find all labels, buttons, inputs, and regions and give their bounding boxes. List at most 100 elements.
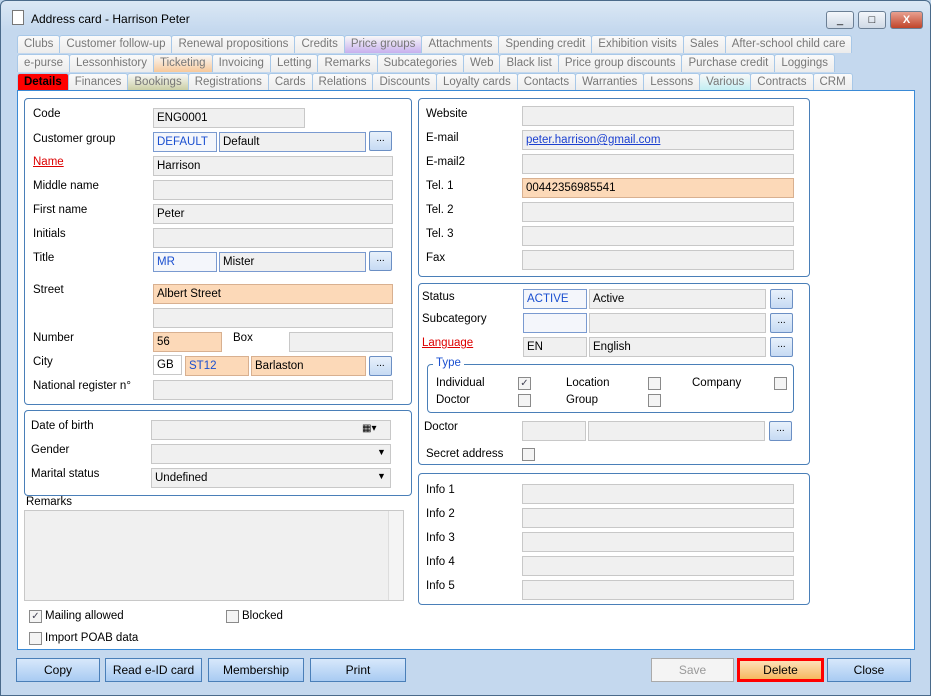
print-button[interactable]: Print xyxy=(310,658,406,682)
tab-contracts[interactable]: Contracts xyxy=(750,73,814,91)
status-lookup-button[interactable]: ... xyxy=(770,289,793,309)
tab-crm[interactable]: CRM xyxy=(812,73,853,91)
city-field[interactable]: Barlaston xyxy=(251,356,366,376)
tab-registrations[interactable]: Registrations xyxy=(187,73,269,91)
read-eid-card-button[interactable]: Read e-ID card xyxy=(105,658,202,682)
chevron-down-icon[interactable]: ▼ xyxy=(377,447,386,457)
copy-button[interactable]: Copy xyxy=(16,658,100,682)
maximize-button[interactable]: □ xyxy=(858,11,886,29)
tab-after-school-child-care[interactable]: After-school child care xyxy=(724,35,853,53)
tel2-field[interactable] xyxy=(522,202,794,222)
national-register-field[interactable] xyxy=(153,380,393,400)
city-lookup-button[interactable]: ... xyxy=(369,356,392,376)
first-name-field[interactable]: Peter xyxy=(153,204,393,224)
title-lookup-button[interactable]: ... xyxy=(369,251,392,271)
title-code-field[interactable]: MR xyxy=(153,252,217,272)
website-field[interactable] xyxy=(522,106,794,126)
close-window-button[interactable]: X xyxy=(890,11,923,29)
remarks-textarea[interactable] xyxy=(24,510,404,601)
fax-field[interactable] xyxy=(522,250,794,270)
minimize-button[interactable]: _ xyxy=(826,11,854,29)
customer-group-field[interactable]: Default xyxy=(219,132,366,152)
customer-group-lookup-button[interactable]: ... xyxy=(369,131,392,151)
country-field[interactable]: GB xyxy=(153,355,182,375)
marital-status-select[interactable]: Undefined xyxy=(151,468,391,488)
doctor-field[interactable] xyxy=(588,421,765,441)
delete-button[interactable]: Delete xyxy=(737,658,824,682)
name-field[interactable]: Harrison xyxy=(153,156,393,176)
save-button[interactable]: Save xyxy=(651,658,734,682)
tab-purchase-credit[interactable]: Purchase credit xyxy=(681,54,776,72)
membership-button[interactable]: Membership xyxy=(208,658,304,682)
tab-subcategories[interactable]: Subcategories xyxy=(376,54,465,72)
tel3-field[interactable] xyxy=(522,226,794,246)
tab-ticketing[interactable]: Ticketing xyxy=(152,54,213,72)
tab-credits[interactable]: Credits xyxy=(294,35,345,53)
title-field[interactable]: Mister xyxy=(219,252,366,272)
individual-checkbox[interactable]: ✓ xyxy=(518,377,531,390)
subcategory-code-field[interactable] xyxy=(523,313,587,333)
email2-field[interactable] xyxy=(522,154,794,174)
tab-cards[interactable]: Cards xyxy=(267,73,313,91)
group-checkbox[interactable] xyxy=(648,394,661,407)
mailing-allowed-checkbox[interactable]: ✓ xyxy=(29,610,42,623)
language-code-field[interactable]: EN xyxy=(523,337,587,357)
remarks-scrollbar[interactable] xyxy=(388,511,403,600)
tab-customer-follow-up[interactable]: Customer follow-up xyxy=(59,35,173,53)
tab-details[interactable]: Details xyxy=(17,73,69,91)
tab-clubs[interactable]: Clubs xyxy=(17,35,61,53)
tab-price-groups[interactable]: Price groups xyxy=(343,35,423,53)
tab-remarks[interactable]: Remarks xyxy=(317,54,378,72)
tab-various[interactable]: Various xyxy=(699,73,752,91)
date-of-birth-field[interactable] xyxy=(151,420,391,440)
doctor-type-checkbox[interactable] xyxy=(518,394,531,407)
tab-letting[interactable]: Letting xyxy=(269,54,319,72)
customer-group-code-field[interactable]: DEFAULT xyxy=(153,132,217,152)
street-field[interactable]: Albert Street xyxy=(153,284,393,304)
info-5-field[interactable] xyxy=(522,580,794,600)
subcategory-field[interactable] xyxy=(589,313,766,333)
tab-e-purse[interactable]: e-purse xyxy=(17,54,70,72)
tab-lessonhistory[interactable]: Lessonhistory xyxy=(69,54,154,72)
info-4-field[interactable] xyxy=(522,556,794,576)
gender-select[interactable] xyxy=(151,444,391,464)
company-checkbox[interactable] xyxy=(774,377,787,390)
location-checkbox[interactable] xyxy=(648,377,661,390)
tab-loggings[interactable]: Loggings xyxy=(774,54,836,72)
tab-sales[interactable]: Sales xyxy=(682,35,726,53)
email-field[interactable]: peter.harrison@gmail.com xyxy=(522,130,794,150)
code-field[interactable]: ENG0001 xyxy=(153,108,305,128)
number-field[interactable]: 56 xyxy=(153,332,222,352)
tab-attachments[interactable]: Attachments xyxy=(421,35,500,53)
doctor-lookup-button[interactable]: ... xyxy=(769,421,792,441)
middle-name-field[interactable] xyxy=(153,180,393,200)
blocked-checkbox[interactable] xyxy=(226,610,239,623)
tab-discounts[interactable]: Discounts xyxy=(372,73,437,91)
tel1-field[interactable]: 00442356985541 xyxy=(522,178,794,198)
initials-field[interactable] xyxy=(153,228,393,248)
info-3-field[interactable] xyxy=(522,532,794,552)
language-field[interactable]: English xyxy=(589,337,766,357)
calendar-icon[interactable]: ▦▾ xyxy=(362,423,376,434)
secret-address-checkbox[interactable] xyxy=(522,448,535,461)
chevron-down-icon[interactable]: ▼ xyxy=(377,471,386,481)
import-poab-checkbox[interactable] xyxy=(29,632,42,645)
tab-finances[interactable]: Finances xyxy=(67,73,129,91)
tab-black-list[interactable]: Black list xyxy=(499,54,559,72)
tab-warranties[interactable]: Warranties xyxy=(575,73,645,91)
tab-renewal-propositions[interactable]: Renewal propositions xyxy=(171,35,296,53)
status-field[interactable]: Active xyxy=(589,289,766,309)
info-1-field[interactable] xyxy=(522,484,794,504)
close-button[interactable]: Close xyxy=(827,658,911,682)
tab-web[interactable]: Web xyxy=(463,54,501,72)
info-2-field[interactable] xyxy=(522,508,794,528)
tab-loyalty-cards[interactable]: Loyalty cards xyxy=(435,73,518,91)
tab-spending-credit[interactable]: Spending credit xyxy=(498,35,593,53)
language-lookup-button[interactable]: ... xyxy=(770,337,793,357)
tab-lessons[interactable]: Lessons xyxy=(643,73,701,91)
doctor-code-field[interactable] xyxy=(522,421,586,441)
tab-relations[interactable]: Relations xyxy=(311,73,374,91)
tab-bookings[interactable]: Bookings xyxy=(127,73,189,91)
box-field[interactable] xyxy=(289,332,393,352)
subcategory-lookup-button[interactable]: ... xyxy=(770,313,793,333)
